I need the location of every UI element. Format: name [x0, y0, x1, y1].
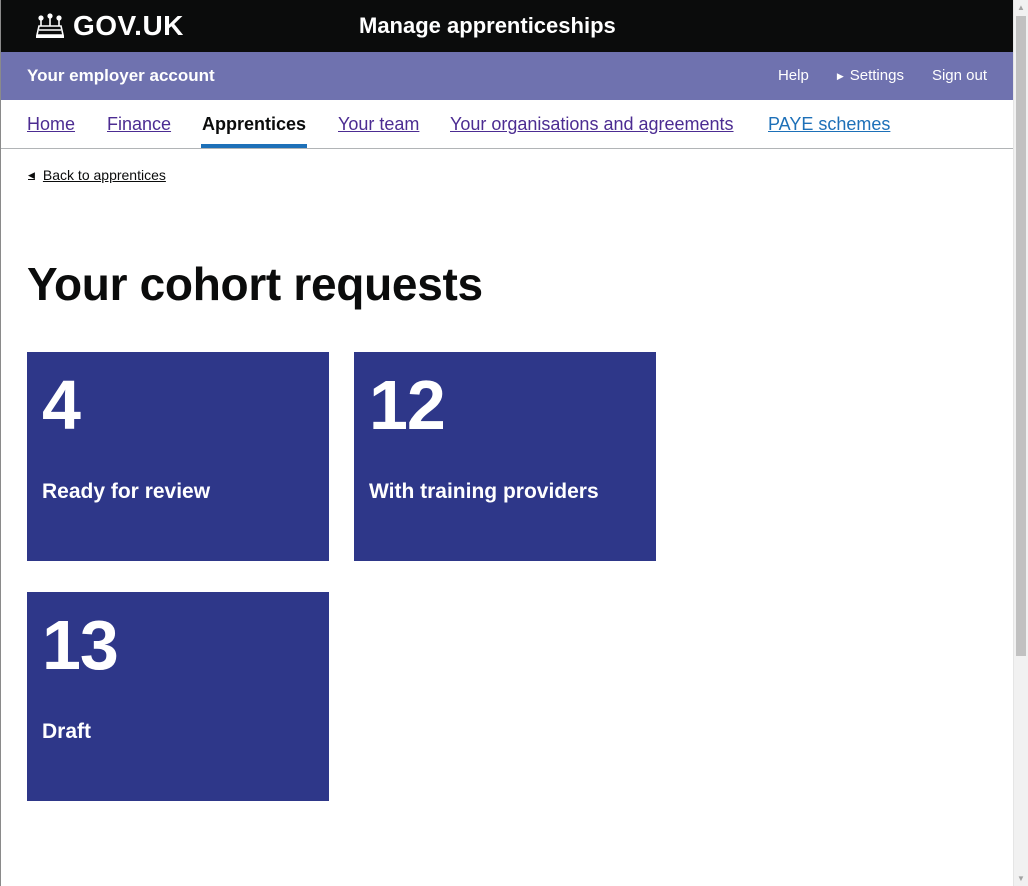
scroll-up-arrow-icon[interactable]: ▲	[1014, 0, 1028, 15]
tile-count: 12	[369, 366, 446, 444]
nav-item-home[interactable]: Home	[27, 114, 75, 135]
nav-item-finance[interactable]: Finance	[107, 114, 171, 135]
tile-label: Draft	[42, 720, 92, 743]
tile-with-training-providers[interactable]: 12 With training providers	[354, 352, 656, 561]
page-title: Your cohort requests	[27, 258, 483, 310]
nav-item-paye-schemes[interactable]: PAYE schemes	[768, 114, 890, 135]
nav-item-apprentices[interactable]: Apprentices	[202, 114, 306, 135]
help-link[interactable]: Help	[778, 67, 809, 84]
govuk-header: GOV.UK Manage apprenticeships	[1, 0, 1013, 52]
tile-label: With training providers	[369, 480, 599, 503]
govuk-logo[interactable]: GOV.UK	[33, 10, 184, 42]
back-link[interactable]: ◀ Back to apprentices	[28, 167, 166, 183]
govuk-logo-text: GOV.UK	[73, 10, 184, 41]
back-link-label: Back to apprentices	[42, 167, 166, 183]
crown-icon	[36, 13, 64, 38]
service-name[interactable]: Manage apprenticeships	[359, 13, 616, 39]
tile-label: Ready for review	[42, 480, 211, 503]
back-chevron-icon: ◀	[28, 169, 35, 180]
settings-link[interactable]: ▶ Settings	[837, 67, 904, 84]
account-header: Your employer account Help ▶ Settings Sig…	[1, 52, 1013, 100]
sign-out-link[interactable]: Sign out	[932, 67, 987, 84]
caret-right-icon: ▶	[836, 71, 844, 81]
active-nav-indicator	[201, 144, 307, 148]
main-navigation: Home Finance Apprentices Your team Your …	[1, 100, 1013, 149]
tile-ready-for-review[interactable]: 4 Ready for review	[27, 352, 329, 561]
vertical-scrollbar[interactable]: ▲ ▼	[1013, 0, 1028, 886]
settings-label: Settings	[849, 67, 904, 84]
nav-item-organisations-agreements[interactable]: Your organisations and agreements	[450, 114, 734, 135]
browser-viewport: GOV.UK Manage apprenticeships Your emplo…	[0, 0, 1013, 886]
nav-item-your-team[interactable]: Your team	[338, 114, 419, 135]
tile-count: 4	[42, 366, 81, 444]
account-links: Help ▶ Settings Sign out	[750, 67, 987, 84]
tile-count: 13	[42, 606, 119, 684]
scrollbar-thumb[interactable]	[1016, 16, 1026, 656]
scroll-down-arrow-icon[interactable]: ▼	[1014, 871, 1028, 886]
account-name: Your employer account	[27, 66, 215, 85]
tile-draft[interactable]: 13 Draft	[27, 592, 329, 801]
